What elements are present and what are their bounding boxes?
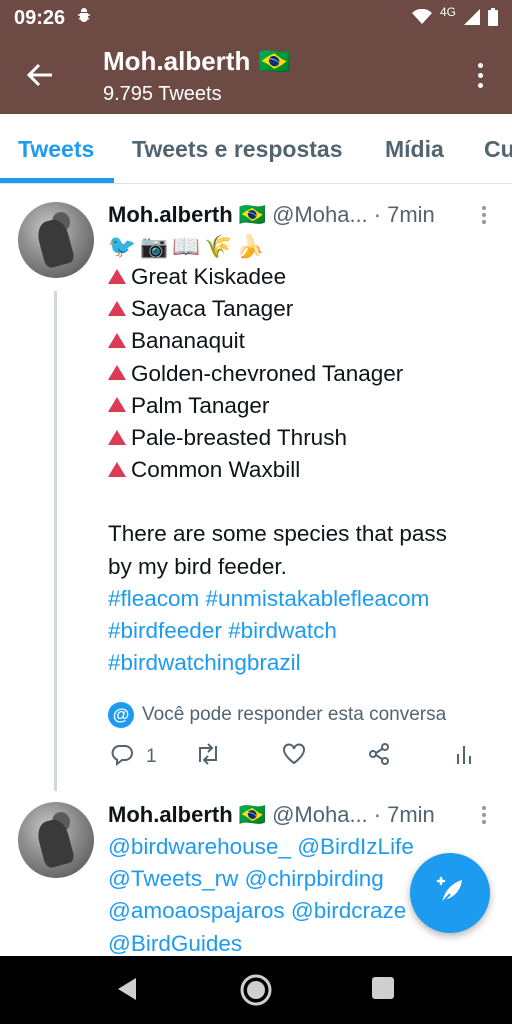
reply-button[interactable]: 1 — [110, 740, 157, 774]
tweet-count: 9.795 Tweets — [103, 83, 222, 105]
like-button[interactable] — [281, 740, 307, 774]
retweet-icon — [194, 742, 222, 772]
rice-emoji-icon: 🌾 — [204, 233, 233, 259]
hashtag-line[interactable]: #fleacom #unmistakablefleacom — [108, 583, 447, 615]
tweet-timestamp[interactable]: 7min — [387, 202, 435, 228]
analytics-icon — [454, 742, 474, 772]
back-arrow-icon[interactable] — [20, 58, 60, 92]
nav-back-icon[interactable] — [116, 976, 138, 1007]
red-triangle-icon — [108, 429, 126, 445]
red-triangle-icon — [108, 268, 126, 284]
tab-media[interactable]: Mídia — [385, 136, 444, 163]
list-item: Palm Tanager — [108, 390, 447, 422]
compose-feather-icon — [430, 871, 470, 916]
mention-line[interactable]: @birdwarehouse_ @BirdIzLife — [108, 831, 414, 863]
red-triangle-icon — [108, 333, 126, 348]
tab-likes[interactable]: Cu — [484, 136, 512, 163]
tweet-body: @birdwarehouse_ @BirdIzLife @Tweets_rw @… — [108, 831, 414, 960]
profile-tabs: Tweets Tweets e respostas Mídia Cu — [0, 114, 512, 184]
reply-count: 1 — [146, 746, 157, 767]
compose-tweet-button[interactable] — [410, 853, 490, 933]
reply-icon — [110, 742, 134, 772]
list-item: Sayaca Tanager — [108, 293, 447, 325]
avatar[interactable] — [18, 202, 94, 278]
share-icon — [367, 742, 391, 772]
bird-emoji-icon: 🐦 — [108, 233, 137, 259]
status-time: 09:26 — [14, 6, 66, 29]
battery-icon — [488, 7, 498, 29]
at-sign-icon: @ — [108, 702, 134, 728]
red-triangle-icon — [108, 461, 126, 477]
mention-line[interactable]: @amoaospajaros @birdcraze — [108, 895, 414, 927]
tweet-timestamp[interactable]: 7min — [387, 802, 435, 828]
heart-icon — [281, 742, 307, 772]
hashtag-line[interactable]: #birdwatchingbrazil — [108, 647, 447, 679]
mention-line[interactable]: @Tweets_rw @chirpbirding — [108, 863, 414, 895]
red-triangle-icon — [108, 397, 126, 413]
more-options-icon[interactable] — [470, 58, 490, 92]
wifi-icon — [411, 8, 432, 28]
profile-name: Moh.alberth — [103, 46, 251, 76]
signal-icon — [464, 8, 480, 28]
status-bar: 09:26 4G — [0, 0, 512, 36]
list-item: Bananaquit — [108, 325, 447, 357]
profile-app-bar: Moh.alberth 🇧🇷 9.795 Tweets — [0, 36, 512, 114]
analytics-button[interactable] — [454, 740, 474, 774]
list-item: Common Waxbill — [108, 454, 447, 486]
active-tab-indicator — [0, 178, 114, 183]
tweet-text-line: There are some species that pass — [108, 521, 447, 547]
red-triangle-icon — [108, 300, 126, 316]
reply-permission-notice: @ Você pode responder esta conversa — [108, 702, 446, 728]
emoji-row: 🐦 📷 📖 🌾 🍌 — [108, 233, 447, 261]
thread-line — [54, 291, 57, 791]
profile-title: Moh.alberth 🇧🇷 — [103, 46, 291, 77]
book-emoji-icon: 📖 — [172, 233, 201, 259]
separator-dot: · — [373, 802, 382, 827]
tweet-author-handle[interactable]: @Moha... — [272, 202, 368, 228]
camera-emoji-icon: 📷 — [140, 233, 169, 259]
brazil-flag-icon: 🇧🇷 — [238, 202, 267, 227]
nav-home-icon[interactable] — [239, 973, 273, 1012]
tweet-header: Moh.alberth 🇧🇷 @Moha... · 7min — [108, 202, 435, 228]
android-debug-icon — [75, 6, 93, 30]
network-type: 4G — [439, 5, 456, 19]
red-triangle-icon — [108, 365, 126, 381]
retweet-button[interactable] — [194, 740, 222, 774]
share-button[interactable] — [367, 740, 391, 774]
nav-recents-icon[interactable] — [371, 976, 395, 1005]
brazil-flag-icon: 🇧🇷 — [238, 802, 267, 827]
tweet-text-line: by my bird feeder. — [108, 553, 287, 579]
tweet-author-name[interactable]: Moh.alberth — [108, 202, 233, 228]
tab-tweets[interactable]: Tweets — [18, 136, 94, 163]
hashtag-line[interactable]: #birdfeeder #birdwatch — [108, 615, 447, 647]
list-item: Pale-breasted Thrush — [108, 422, 447, 454]
mention-line[interactable]: @BirdGuides — [108, 928, 414, 960]
separator-dot: · — [373, 202, 382, 227]
list-item: Golden-chevroned Tanager — [108, 358, 447, 390]
tweet-menu-icon[interactable] — [480, 806, 488, 824]
system-nav-bar — [0, 956, 512, 1024]
avatar[interactable] — [18, 802, 94, 878]
tweet-author-name[interactable]: Moh.alberth — [108, 802, 233, 828]
tweet-body: 🐦 📷 📖 🌾 🍌 Great Kiskadee Sayaca Tanager … — [108, 233, 447, 679]
tab-tweets-and-replies[interactable]: Tweets e respostas — [132, 136, 343, 163]
brazil-flag-icon: 🇧🇷 — [258, 46, 291, 76]
tweet-header: Moh.alberth 🇧🇷 @Moha... · 7min — [108, 802, 435, 828]
tweet-menu-icon[interactable] — [480, 206, 488, 224]
banana-emoji-icon: 🍌 — [236, 233, 265, 259]
tweet-author-handle[interactable]: @Moha... — [272, 802, 368, 828]
tweet-actions: 1 — [108, 740, 488, 774]
list-item: Great Kiskadee — [108, 261, 447, 293]
reply-notice-text: Você pode responder esta conversa — [142, 704, 447, 725]
